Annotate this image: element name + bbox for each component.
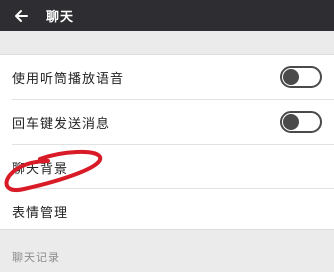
enter-send-toggle[interactable] [280,111,322,133]
page-title: 聊天 [46,10,75,25]
back-button[interactable] [4,0,38,31]
setting-sticker-management[interactable]: 表情管理 [0,189,334,233]
setting-enter-to-send[interactable]: 回车键发送消息 [0,100,334,144]
toggle-knob [283,69,299,85]
setting-label: 聊天背景 [12,161,69,177]
setting-label: 使用听筒播放语音 [12,71,125,87]
earpiece-toggle[interactable] [280,66,322,88]
setting-earpiece-playback[interactable]: 使用听筒播放语音 [0,55,334,99]
setting-label: 回车键发送消息 [12,116,111,132]
setting-chat-background[interactable]: 聊天背景 [0,145,334,189]
top-bar: 聊天 [0,0,334,31]
section-header-chat-history: 聊天记录 [12,251,60,264]
toggle-knob [283,114,299,130]
arrow-left-icon [15,9,28,22]
chat-settings-group: 使用听筒播放语音 回车键发送消息 聊天背景 表情管理 [0,54,334,230]
setting-label: 表情管理 [12,205,69,221]
